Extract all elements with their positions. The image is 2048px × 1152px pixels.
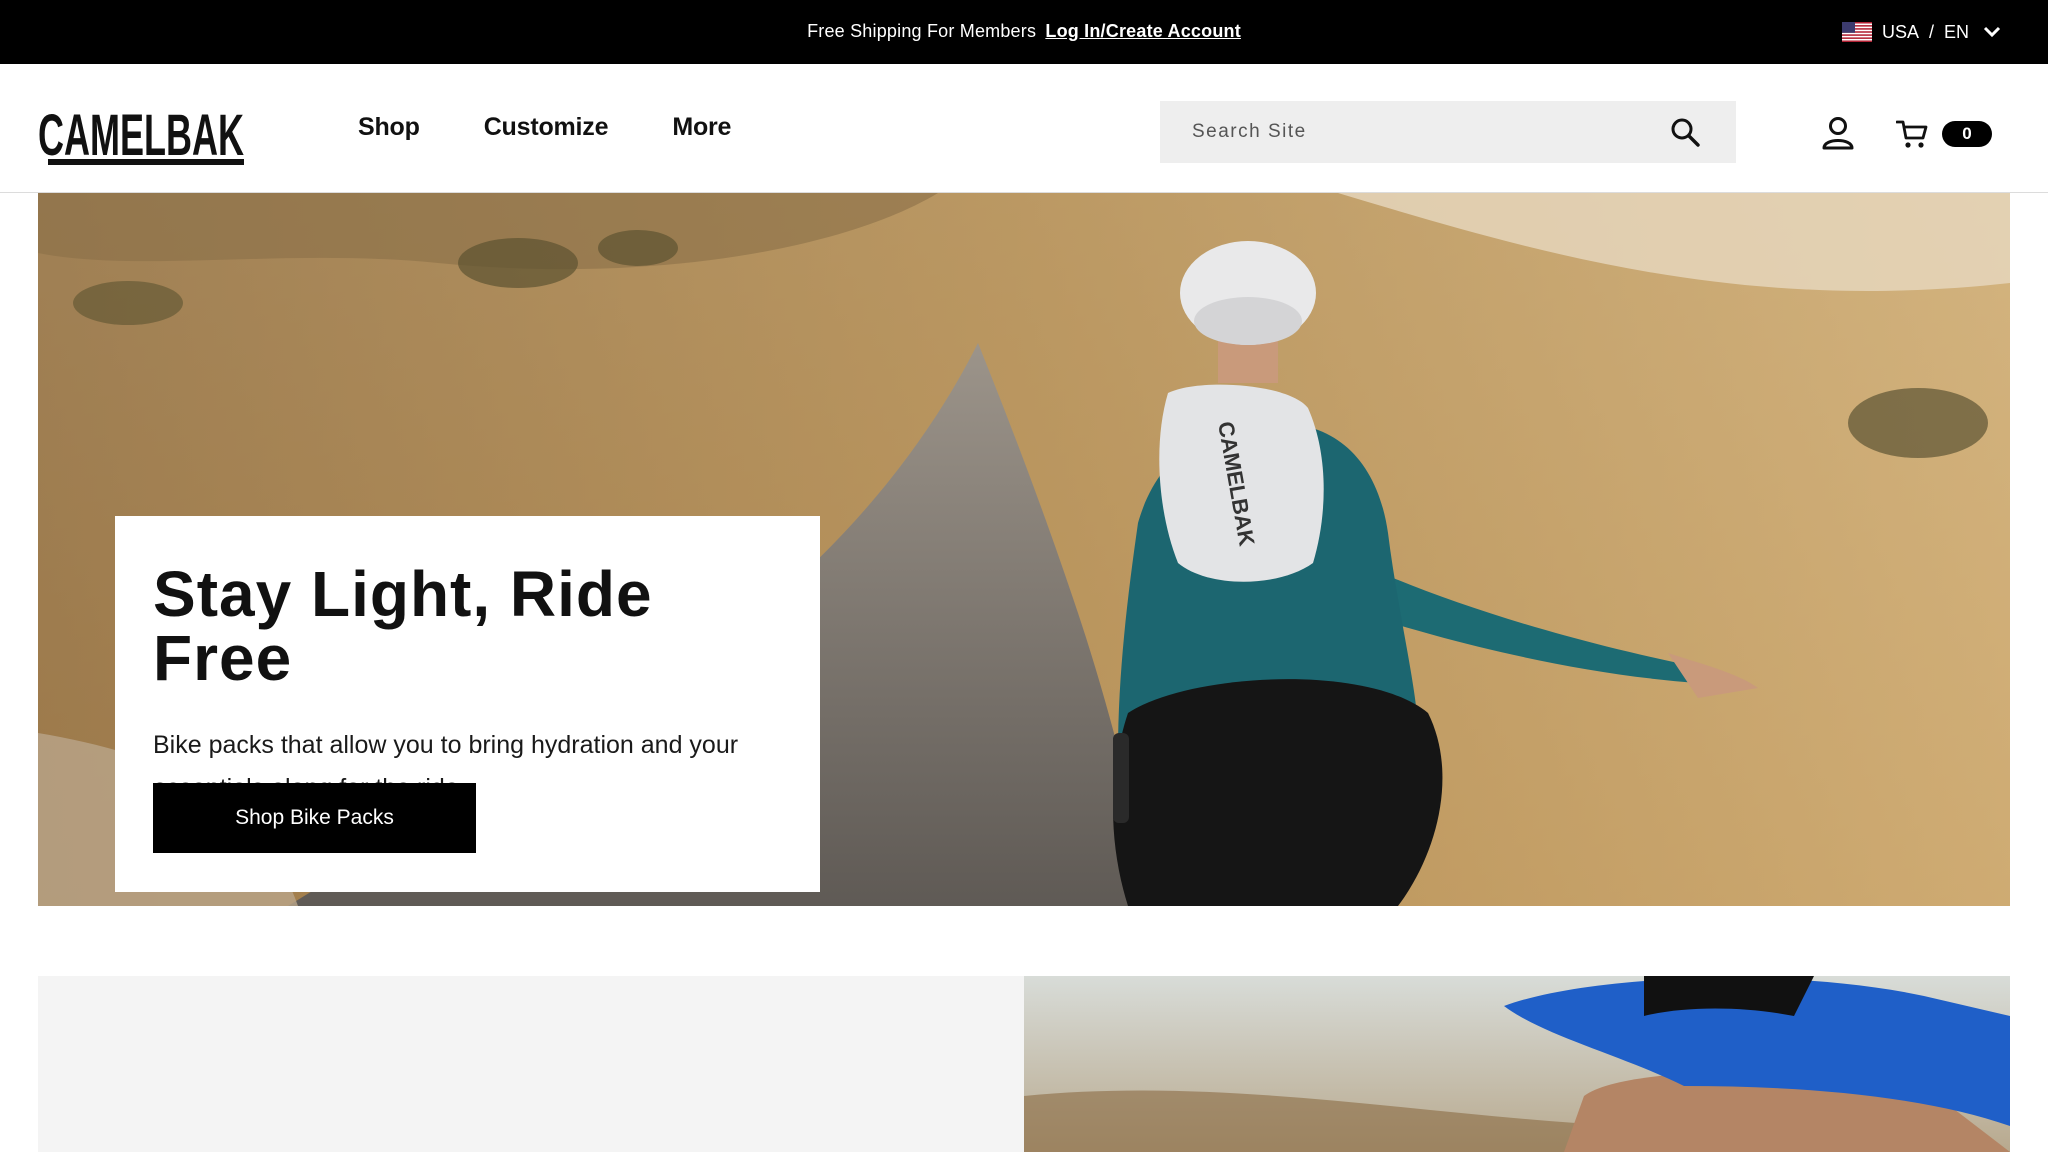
nav-shop[interactable]: Shop bbox=[358, 113, 420, 142]
camelbak-logo[interactable]: CAMELBAK bbox=[38, 102, 248, 166]
locale-separator: / bbox=[1929, 21, 1935, 42]
hero-banner: CAMELBAK Stay Light, Ride Free Bike pack… bbox=[38, 193, 2010, 906]
shop-bike-packs-button[interactable]: Shop Bike Packs bbox=[153, 783, 476, 853]
site-header: CAMELBAK Shop Customize More 0 bbox=[0, 64, 2048, 193]
announcement-bar: Free Shipping For Members Log In/Create … bbox=[0, 0, 2048, 64]
hero-title: Stay Light, Ride Free bbox=[153, 558, 653, 694]
us-flag-icon bbox=[1842, 22, 1872, 42]
hero-card: Stay Light, Ride Free Bike packs that al… bbox=[115, 516, 820, 892]
promo-image-right bbox=[1024, 976, 2010, 1152]
main-nav: Shop Customize More bbox=[358, 113, 731, 142]
account-icon[interactable] bbox=[1822, 116, 1854, 150]
nav-customize[interactable]: Customize bbox=[484, 113, 609, 142]
nav-more[interactable]: More bbox=[672, 113, 731, 142]
cyclist-cap-image bbox=[1024, 976, 2010, 1152]
promo-panel-left bbox=[38, 976, 1024, 1152]
promo-text: Free Shipping For Members bbox=[807, 21, 1037, 41]
promo-message: Free Shipping For Members Log In/Create … bbox=[0, 21, 2048, 42]
search-bar bbox=[1160, 101, 1736, 163]
search-input[interactable] bbox=[1160, 101, 1680, 163]
locale-language: EN bbox=[1944, 21, 1970, 42]
login-create-account-link[interactable]: Log In/Create Account bbox=[1045, 21, 1241, 41]
cart-icon[interactable] bbox=[1896, 119, 1928, 149]
cart-count-badge[interactable]: 0 bbox=[1942, 121, 1992, 147]
locale-country: USA bbox=[1882, 21, 1920, 42]
chevron-down-icon bbox=[1983, 26, 2001, 38]
logo-text: CAMELBAK bbox=[38, 103, 244, 166]
search-icon[interactable] bbox=[1670, 117, 1700, 147]
locale-selector[interactable]: USA / EN bbox=[1842, 19, 2001, 45]
